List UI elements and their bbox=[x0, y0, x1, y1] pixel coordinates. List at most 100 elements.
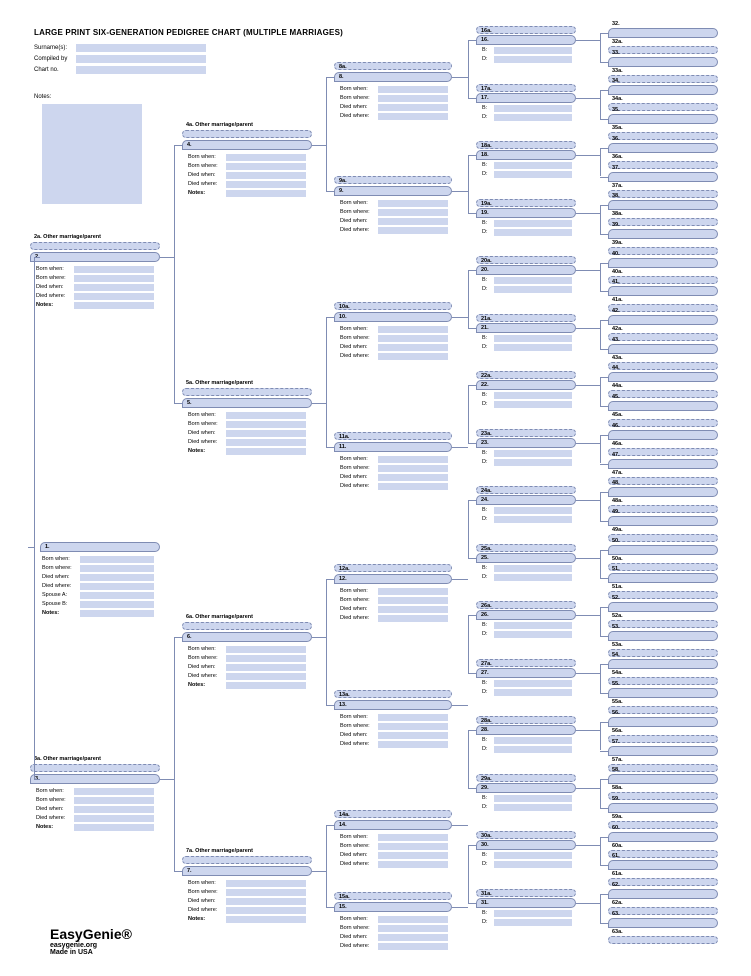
name-field[interactable] bbox=[608, 746, 718, 756]
value-field[interactable] bbox=[80, 610, 154, 617]
name-field[interactable]: 26. bbox=[476, 610, 576, 620]
alt-name-field[interactable]: 9a. bbox=[334, 176, 452, 184]
value-field[interactable] bbox=[494, 286, 572, 293]
value-field[interactable] bbox=[378, 615, 448, 622]
value-field[interactable] bbox=[378, 597, 448, 604]
alt-name-field[interactable] bbox=[182, 130, 312, 138]
value-field[interactable] bbox=[378, 474, 448, 481]
value-field[interactable] bbox=[494, 344, 572, 351]
value-field[interactable] bbox=[494, 47, 572, 54]
name-field[interactable]: 31. bbox=[476, 898, 576, 908]
name-field[interactable] bbox=[608, 258, 718, 268]
alt-name-field[interactable]: 25a. bbox=[476, 544, 576, 552]
value-field[interactable] bbox=[494, 737, 572, 744]
name-field[interactable] bbox=[608, 717, 718, 727]
alt-name-field[interactable] bbox=[30, 242, 160, 250]
value-field[interactable] bbox=[494, 852, 572, 859]
alt-name-field[interactable] bbox=[608, 907, 718, 915]
value-field[interactable] bbox=[378, 483, 448, 490]
name-field[interactable]: 17. bbox=[476, 93, 576, 103]
alt-name-field[interactable]: 23a. bbox=[476, 429, 576, 437]
value-field[interactable] bbox=[378, 335, 448, 342]
value-field[interactable] bbox=[226, 889, 306, 896]
alt-name-field[interactable] bbox=[608, 419, 718, 427]
value-field[interactable] bbox=[74, 293, 154, 300]
alt-name-field[interactable]: 28a. bbox=[476, 716, 576, 724]
alt-name-field[interactable] bbox=[608, 362, 718, 370]
value-field[interactable] bbox=[74, 824, 154, 831]
alt-name-field[interactable] bbox=[182, 622, 312, 630]
alt-name-field[interactable]: 30a. bbox=[476, 831, 576, 839]
value-field[interactable] bbox=[494, 56, 572, 63]
name-field[interactable] bbox=[608, 918, 718, 928]
alt-name-field[interactable] bbox=[608, 75, 718, 83]
name-field[interactable]: 5. bbox=[182, 398, 312, 408]
name-field[interactable] bbox=[608, 143, 718, 153]
alt-name-field[interactable] bbox=[608, 878, 718, 886]
value-field[interactable] bbox=[494, 114, 572, 121]
value-field[interactable] bbox=[378, 843, 448, 850]
value-field[interactable] bbox=[494, 746, 572, 753]
name-field[interactable] bbox=[608, 229, 718, 239]
value-field[interactable] bbox=[378, 732, 448, 739]
value-field[interactable] bbox=[378, 925, 448, 932]
name-field[interactable] bbox=[608, 28, 718, 38]
value-field[interactable] bbox=[494, 516, 572, 523]
name-field[interactable] bbox=[608, 774, 718, 784]
name-field[interactable] bbox=[608, 315, 718, 325]
value-field[interactable] bbox=[378, 86, 448, 93]
value-field[interactable] bbox=[494, 795, 572, 802]
value-field[interactable] bbox=[226, 664, 306, 671]
value-field[interactable] bbox=[74, 788, 154, 795]
value-field[interactable] bbox=[74, 266, 154, 273]
value-field[interactable] bbox=[378, 606, 448, 613]
value-field[interactable] bbox=[378, 465, 448, 472]
surname-field[interactable] bbox=[76, 44, 206, 52]
alt-name-field[interactable]: 11a. bbox=[334, 432, 452, 440]
value-field[interactable] bbox=[378, 227, 448, 234]
value-field[interactable] bbox=[378, 113, 448, 120]
name-field[interactable]: 11. bbox=[334, 442, 452, 452]
name-field[interactable]: 18. bbox=[476, 150, 576, 160]
name-field[interactable] bbox=[608, 114, 718, 124]
value-field[interactable] bbox=[494, 277, 572, 284]
value-field[interactable] bbox=[74, 275, 154, 282]
name-field[interactable] bbox=[608, 516, 718, 526]
name-field[interactable]: 20. bbox=[476, 265, 576, 275]
alt-name-field[interactable] bbox=[608, 161, 718, 169]
alt-name-field[interactable] bbox=[608, 706, 718, 714]
alt-name-field[interactable]: 22a. bbox=[476, 371, 576, 379]
value-field[interactable] bbox=[378, 200, 448, 207]
value-field[interactable] bbox=[494, 804, 572, 811]
name-field[interactable]: 2. bbox=[30, 252, 160, 262]
value-field[interactable] bbox=[226, 880, 306, 887]
value-field[interactable] bbox=[226, 916, 306, 923]
value-field[interactable] bbox=[378, 353, 448, 360]
value-field[interactable] bbox=[378, 834, 448, 841]
name-field[interactable]: 10. bbox=[334, 312, 452, 322]
value-field[interactable] bbox=[378, 852, 448, 859]
name-field[interactable]: 4. bbox=[182, 140, 312, 150]
value-field[interactable] bbox=[494, 401, 572, 408]
name-field[interactable]: 1. bbox=[40, 542, 160, 552]
alt-name-field[interactable]: 31a. bbox=[476, 889, 576, 897]
alt-name-field[interactable] bbox=[608, 103, 718, 111]
value-field[interactable] bbox=[494, 220, 572, 227]
value-field[interactable] bbox=[74, 815, 154, 822]
alt-name-field[interactable] bbox=[608, 591, 718, 599]
value-field[interactable] bbox=[74, 302, 154, 309]
alt-name-field[interactable] bbox=[608, 620, 718, 628]
name-field[interactable]: 30. bbox=[476, 840, 576, 850]
alt-name-field[interactable] bbox=[30, 764, 160, 772]
name-field[interactable] bbox=[608, 487, 718, 497]
value-field[interactable] bbox=[226, 172, 306, 179]
alt-name-field[interactable]: 12a. bbox=[334, 564, 452, 572]
alt-name-field[interactable] bbox=[608, 448, 718, 456]
value-field[interactable] bbox=[494, 622, 572, 629]
value-field[interactable] bbox=[226, 646, 306, 653]
value-field[interactable] bbox=[494, 105, 572, 112]
name-field[interactable] bbox=[608, 889, 718, 899]
value-field[interactable] bbox=[226, 154, 306, 161]
value-field[interactable] bbox=[226, 421, 306, 428]
alt-name-field[interactable] bbox=[608, 333, 718, 341]
